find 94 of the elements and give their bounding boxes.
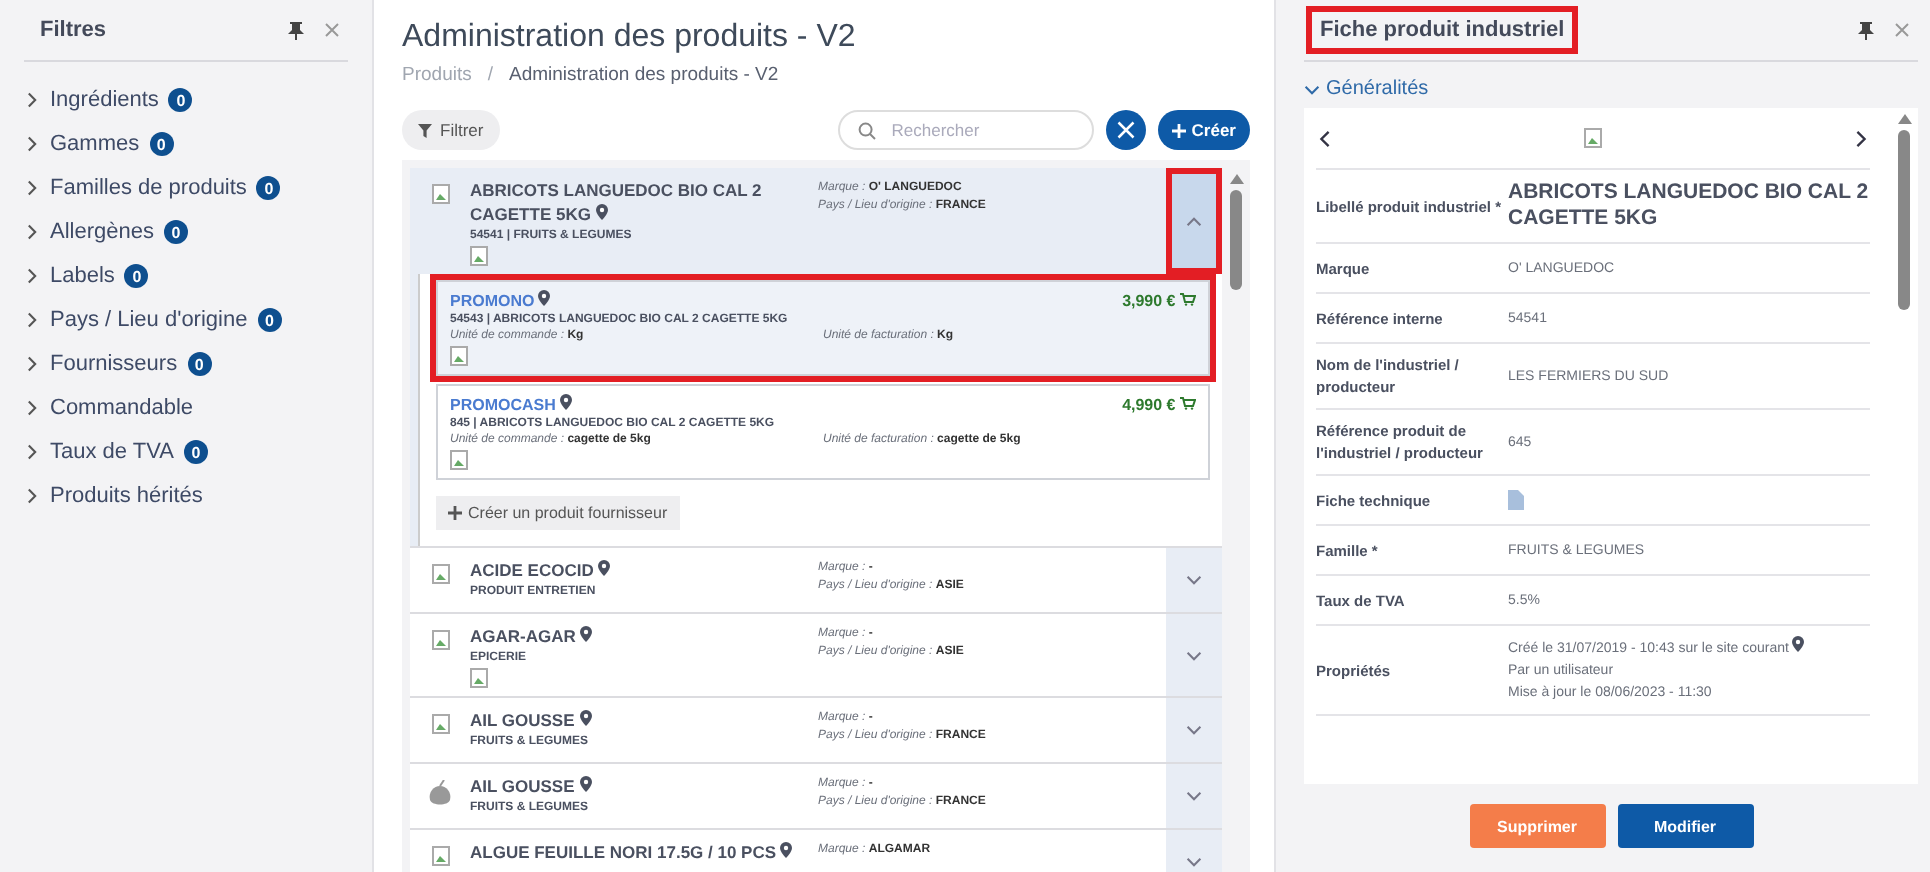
location-pin-icon <box>580 626 593 642</box>
product-name: AGAR-AGAR <box>470 624 810 648</box>
location-pin-icon <box>780 842 793 858</box>
filter-item[interactable]: Gammes 0 <box>24 122 348 166</box>
filter-item[interactable]: Taux de TVA 0 <box>24 430 348 474</box>
supplier-name: PROMONO <box>450 290 551 310</box>
broken-image-icon <box>450 346 468 366</box>
product-name: ACIDE ECOCID <box>470 558 810 582</box>
count-badge: 0 <box>124 264 149 288</box>
chevron-right-icon <box>24 92 40 108</box>
count-badge: 0 <box>183 440 208 464</box>
broken-image-icon <box>1584 128 1602 148</box>
breadcrumb-current: Administration des produits - V2 <box>509 64 779 86</box>
create-supplier-product-button[interactable]: Créer un produit fournisseur <box>436 496 680 530</box>
location-pin-icon <box>560 394 573 410</box>
breadcrumb-separator: / <box>487 64 493 86</box>
count-badge: 0 <box>149 132 174 156</box>
chevron-icon <box>1186 213 1202 229</box>
location-pin-icon <box>598 560 611 576</box>
edit-button[interactable]: Modifier <box>1617 804 1753 848</box>
count-badge: 0 <box>187 352 212 376</box>
chevron-right-icon <box>24 312 40 328</box>
plus-icon <box>1171 123 1186 137</box>
count-badge: 0 <box>257 308 282 332</box>
panel-title: Fiche produit industriel <box>1312 12 1573 48</box>
scroll-up-icon[interactable] <box>1897 114 1911 124</box>
filter-button[interactable]: Filtrer <box>402 110 500 150</box>
product-name: ALGUE FEUILLE NORI 17.5G / 10 PCS <box>470 840 810 864</box>
chevron-icon <box>1304 81 1320 97</box>
chevron-icon <box>1186 647 1202 663</box>
count-badge: 0 <box>168 88 193 112</box>
product-image-placeholder <box>431 184 449 204</box>
count-badge: 0 <box>256 176 281 200</box>
filter-item[interactable]: Familles de produits 0 <box>24 166 348 210</box>
filter-item[interactable]: Produits hérités <box>24 474 348 518</box>
product-image-placeholder <box>431 630 449 650</box>
location-pin-icon <box>1792 636 1805 652</box>
filter-item[interactable]: Ingrédients 0 <box>24 78 348 122</box>
chevron-icon <box>1186 722 1202 738</box>
next-icon <box>1852 129 1870 147</box>
filter-item[interactable]: Pays / Lieu d'origine 0 <box>24 298 348 342</box>
product-image-placeholder <box>431 714 449 734</box>
field-value: ABRICOTS LANGUEDOC BIO CAL 2 CAGETTE 5KG <box>1508 180 1870 232</box>
search-icon <box>857 122 876 140</box>
expand-toggle-button[interactable] <box>1166 614 1222 696</box>
page-title: Administration des produits - V2 <box>402 20 858 56</box>
pin-icon[interactable] <box>1858 21 1874 39</box>
search-field[interactable]: Rechercher <box>837 110 1094 150</box>
supplier-name: PROMOCASH <box>450 394 573 414</box>
filter-item[interactable]: Allergènes 0 <box>24 210 348 254</box>
cart-icon <box>1180 291 1196 305</box>
chevron-right-icon <box>24 224 40 240</box>
scroll-up-icon[interactable] <box>1229 174 1243 184</box>
cart-icon <box>1180 395 1196 409</box>
filter-item[interactable]: Commandable <box>24 386 348 430</box>
create-button[interactable]: Créer <box>1157 110 1250 150</box>
location-pin-icon <box>538 290 551 306</box>
expand-toggle-button[interactable] <box>1166 698 1222 762</box>
chevron-icon <box>1186 788 1202 804</box>
product-name: ABRICOTS LANGUEDOC BIO CAL 2 CAGETTE 5KG <box>470 178 764 226</box>
product-name: AIL GOUSSE <box>470 774 810 798</box>
expand-toggle-button[interactable] <box>1166 168 1222 274</box>
chevron-right-icon <box>24 268 40 284</box>
chevron-right-icon <box>24 488 40 504</box>
plus-icon <box>448 506 462 520</box>
chevron-right-icon <box>24 356 40 372</box>
broken-image-icon <box>450 450 468 470</box>
filter-item[interactable]: Labels 0 <box>24 254 348 298</box>
location-pin-icon <box>579 776 592 792</box>
pin-icon[interactable] <box>288 21 304 39</box>
expand-toggle-button[interactable] <box>1166 548 1222 612</box>
product-name: AIL GOUSSE <box>470 708 810 732</box>
chevron-icon <box>1186 572 1202 588</box>
price-text: 3,990 € <box>1122 291 1196 309</box>
section-header[interactable]: Généralités <box>1304 62 1918 108</box>
expand-toggle-button[interactable] <box>1166 764 1222 828</box>
price-text: 4,990 € <box>1122 395 1196 413</box>
chevron-icon <box>1186 854 1202 870</box>
garlic-icon <box>426 780 454 808</box>
chevron-right-icon <box>24 180 40 196</box>
product-image-placeholder <box>431 564 449 584</box>
previous-icon <box>1316 129 1334 147</box>
clear-button[interactable] <box>1105 110 1146 150</box>
chevron-right-icon <box>24 400 40 416</box>
product-image-placeholder <box>431 846 449 866</box>
chevron-right-icon <box>24 136 40 152</box>
location-pin-icon <box>595 204 608 220</box>
count-badge: 0 <box>163 220 188 244</box>
filter-item[interactable]: Fournisseurs 0 <box>24 342 348 386</box>
document-icon[interactable] <box>1508 490 1524 510</box>
chevron-right-icon <box>24 444 40 460</box>
location-pin-icon <box>579 710 592 726</box>
sidebar-title: Filtres <box>38 16 109 46</box>
funnel-icon <box>418 123 432 137</box>
